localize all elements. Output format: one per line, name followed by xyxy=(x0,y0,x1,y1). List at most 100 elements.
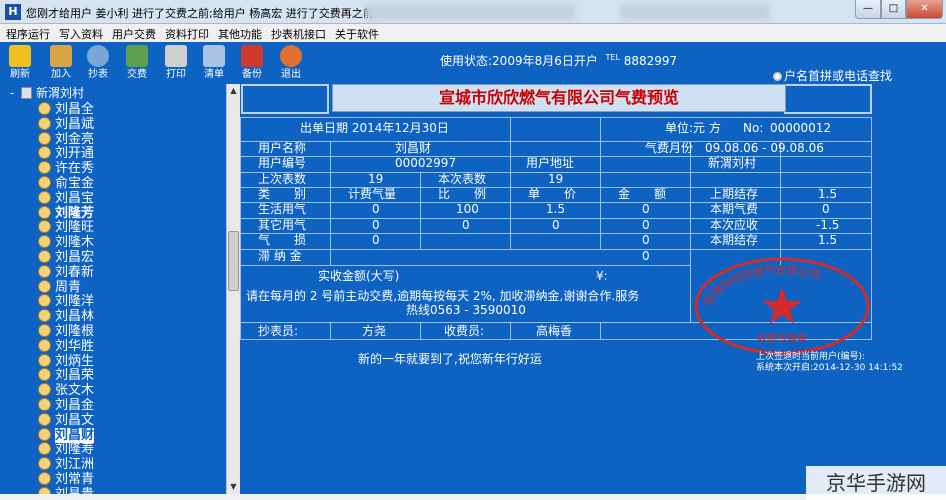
tree-item[interactable]: 刘隆旺 xyxy=(38,216,94,235)
customer-tree[interactable]: - 新渭刘村 刘昌全 刘昌斌 刘金亮 刘开通 许在秀 俞宝金 刘昌宝 刘隆芳 刘隆旺 刘隆木 刘昌宏刘… xyxy=(0,84,226,494)
menu-about[interactable]: 关于软件 xyxy=(329,24,382,42)
loss-volume: 0 xyxy=(372,233,380,247)
tree-item[interactable]: 俞宝金 xyxy=(38,172,94,191)
tree-item[interactable]: 刘昌宝 xyxy=(38,187,94,206)
search-mode-label: 户名首拼或电话查找 xyxy=(784,69,893,83)
tree-item[interactable]: 刘昌宏 xyxy=(38,246,94,265)
add-user-icon xyxy=(50,45,72,67)
grid-line xyxy=(780,141,781,265)
minimize-button[interactable]: — xyxy=(855,0,881,19)
this-due-label: 本次应收 xyxy=(710,218,759,232)
scroll-up-arrow-icon[interactable]: ▲ xyxy=(227,84,240,98)
notice-line-2: 热线0563 - 3590010 xyxy=(406,303,526,317)
tree-item[interactable]: 刘昌林 xyxy=(38,305,94,324)
tree-item[interactable]: 刘昌财 xyxy=(38,424,95,443)
menu-user-payment[interactable]: 用户交费 xyxy=(106,24,159,42)
svg-text:宣城市欣欣燃气有限公司: 宣城市欣欣燃气有限公司 xyxy=(700,263,822,308)
grid-line xyxy=(510,117,511,249)
this-reading-label: 本次表数 xyxy=(438,172,487,186)
received-label: 实收金额(大写) xyxy=(318,269,400,283)
tree-item[interactable]: 刘华胜 xyxy=(38,335,94,354)
tel-label: TEL xyxy=(605,53,620,62)
grid-line xyxy=(330,322,331,339)
living-ratio: 100 xyxy=(456,202,479,216)
address-label: 用户地址 xyxy=(526,156,575,170)
grid-line xyxy=(510,322,511,339)
tree-item[interactable]: 刘昌文 xyxy=(38,409,94,428)
refresh-button[interactable]: 刷新 xyxy=(3,44,37,82)
prev-balance-label: 上期结存 xyxy=(710,187,759,201)
exit-icon xyxy=(280,45,302,67)
title-bar: H 您刚才给用户 姜小利 进行了交费之前;给用户 杨高宏 进行了交费再之前: —… xyxy=(0,0,946,24)
menu-other[interactable]: 其他功能 xyxy=(212,24,265,42)
last-reading-label: 上次表数 xyxy=(258,172,307,186)
backup-icon xyxy=(241,45,263,67)
collapse-icon[interactable]: - xyxy=(10,86,19,100)
tree-item[interactable]: 刘昌荣 xyxy=(38,364,94,383)
tree-item[interactable]: 刘隆木 xyxy=(38,231,94,250)
tree-item[interactable]: 刘昌全 xyxy=(38,98,94,117)
backup-button[interactable]: 备份 xyxy=(235,44,269,82)
menu-program[interactable]: 程序运行 xyxy=(0,24,53,42)
tree-item[interactable]: 刘隆寿 xyxy=(38,438,94,457)
meter-read-button[interactable]: 抄表 xyxy=(81,44,115,82)
bill-no: 00000012 xyxy=(770,121,832,135)
collector-label: 收费员: xyxy=(444,324,485,338)
scroll-down-arrow-icon[interactable]: ▼ xyxy=(227,480,240,494)
grid-line xyxy=(420,322,421,339)
add-button[interactable]: 加入 xyxy=(44,44,78,82)
curr-balance: 1.5 xyxy=(818,233,838,247)
tree-item[interactable]: 刘金亮 xyxy=(38,128,94,147)
grid-line xyxy=(600,322,601,339)
grid-line xyxy=(240,233,872,234)
tree-root[interactable]: - 新渭刘村 xyxy=(10,84,84,100)
close-button[interactable]: ✕ xyxy=(906,0,943,19)
tree-item[interactable]: 刘江洲 xyxy=(38,453,94,472)
app-icon: H xyxy=(5,4,21,20)
other-price: 0 xyxy=(552,218,560,232)
menu-bar: 程序运行 写入资料 用户交费 资料打印 其他功能 抄表机接口 关于软件 xyxy=(0,24,946,42)
menu-meter-interface[interactable]: 抄表机接口 xyxy=(265,24,329,42)
usage-status: 使用状态:2009年8月6日开户 TEL 8882997 xyxy=(440,52,677,69)
payment-button[interactable]: 交费 xyxy=(120,44,154,82)
tree-item[interactable]: 刘昌金 xyxy=(38,394,94,413)
curr-balance-label: 本期结存 xyxy=(710,233,759,247)
tree-item[interactable]: 刘昌斌 xyxy=(38,113,94,132)
blurred-title-region-2 xyxy=(620,4,770,20)
company-seal: 宣城市欣欣燃气有限公司 收费专用章 xyxy=(694,257,870,355)
session-info: 上次签退时当前用户(编号): 系统本次开启:2014-12-30 14:1:52 xyxy=(756,352,903,374)
menu-write-data[interactable]: 写入资料 xyxy=(53,24,106,42)
grid-line xyxy=(420,172,421,249)
tree-item[interactable]: 刘隆根 xyxy=(38,320,94,339)
reader-label: 抄表员: xyxy=(258,324,299,338)
grid-line xyxy=(330,141,331,265)
tree-item[interactable]: 刘隆芳 xyxy=(38,202,94,221)
lightbulb-icon xyxy=(9,45,31,67)
left-blank-box xyxy=(241,84,329,114)
tree-item[interactable]: 刘昌贵 xyxy=(38,483,94,494)
tree-item[interactable]: 许在秀 xyxy=(38,157,94,176)
grid-line xyxy=(871,117,872,339)
search-mode-radio[interactable]: 户名首拼或电话查找 xyxy=(773,67,892,84)
maximize-button[interactable]: □ xyxy=(881,0,906,19)
tree-item[interactable]: 刘常青 xyxy=(38,468,94,487)
book-icon xyxy=(21,87,32,99)
this-fee-label: 本期气费 xyxy=(710,202,759,216)
tree-item[interactable]: 刘炳生 xyxy=(38,350,94,369)
menu-print[interactable]: 资料打印 xyxy=(159,24,212,42)
tree-item[interactable]: 周青 xyxy=(38,276,81,295)
tree-item[interactable]: 刘开通 xyxy=(38,142,94,161)
row-other-label: 其它用气 xyxy=(258,218,307,232)
exit-button[interactable]: 退出 xyxy=(274,44,308,82)
tree-scrollbar[interactable]: ▲ ▼ xyxy=(226,84,240,494)
tree-item[interactable]: 刘春新 xyxy=(38,261,94,280)
tree-item[interactable]: 刘隆洋 xyxy=(38,290,94,309)
print-button[interactable]: 打印 xyxy=(159,44,193,82)
user-name-label: 用户名称 xyxy=(258,141,307,155)
billing-month-label: 气费月份 xyxy=(645,141,694,155)
scroll-thumb[interactable] xyxy=(228,231,239,291)
tree-item[interactable]: 张文木 xyxy=(38,379,94,398)
calculator-icon xyxy=(126,45,148,67)
list-button[interactable]: 清单 xyxy=(197,44,231,82)
user-no-label: 用户编号 xyxy=(258,156,307,170)
